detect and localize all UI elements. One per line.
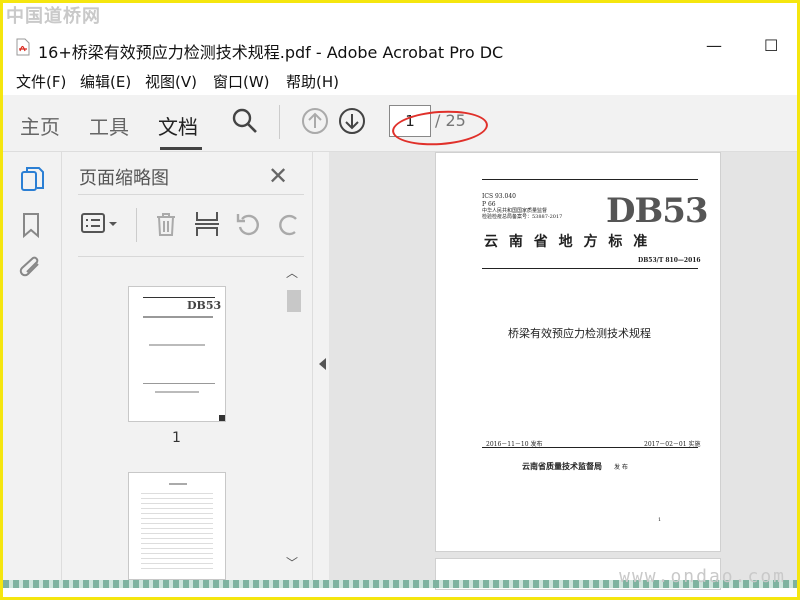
maximize-button[interactable]: ☐ (764, 36, 778, 55)
pdf-file-icon (16, 38, 30, 56)
active-tab-indicator (160, 147, 202, 150)
tab-tools[interactable]: 工具 (89, 111, 129, 140)
thumbnail-options-icon[interactable] (80, 210, 120, 238)
thumbnail-panel: 页面缩略图 ✕ DB53 1 ︿ ﹀ (62, 152, 312, 582)
tab-document[interactable]: 文档 (158, 111, 198, 140)
search-icon[interactable] (231, 107, 259, 135)
rotate-right-icon[interactable] (276, 210, 298, 238)
doc-title: 桥梁有效预应力检测技术规程 (508, 327, 651, 340)
panel-splitter[interactable] (312, 152, 329, 582)
panel-tool-divider (136, 208, 137, 242)
doc-badge: DB53 (606, 191, 709, 231)
panel-divider-2 (78, 256, 304, 257)
extract-pages-icon[interactable] (194, 210, 220, 238)
bookmark-icon[interactable] (21, 212, 41, 240)
thumb-badge: DB53 (187, 299, 222, 312)
left-rail (3, 152, 62, 582)
doc-page-number: 1 (658, 517, 662, 523)
thumbnail-page-label: 1 (172, 430, 181, 446)
doc-issuer: 云南省质量技术监督局 (522, 461, 602, 471)
attachment-icon[interactable] (19, 254, 45, 282)
menu-view[interactable]: 视图(V) (145, 71, 197, 92)
doc-reg-2: 检验检疫总局备案号：53887-2017 (482, 214, 563, 220)
doc-code: DB53/T 810—2016 (638, 257, 701, 264)
toolbar-divider (279, 105, 280, 139)
doc-issuer-suffix: 发 布 (614, 464, 628, 471)
minimize-button[interactable]: — (706, 36, 722, 55)
thumbnail-scrollbar[interactable]: ︿ ﹀ (286, 262, 302, 576)
watermark-top: 中国道桥网 (6, 6, 101, 27)
menu-bar: 文件(F) 编辑(E) 视图(V) 窗口(W) 帮助(H) (0, 68, 800, 94)
menu-help[interactable]: 帮助(H) (286, 71, 339, 92)
document-page-1: ICS 93.040 P 66 中华人民共和国国家质量监督 检验检疫总局备案号：… (435, 152, 721, 552)
page-thumbnail-1[interactable]: DB53 (128, 286, 226, 422)
scroll-up-icon[interactable]: ︿ (286, 264, 298, 281)
doc-province: 云 南 省 地 方 标 准 (484, 234, 651, 250)
panel-divider (78, 194, 304, 195)
menu-edit[interactable]: 编辑(E) (80, 71, 131, 92)
previous-page-icon[interactable] (301, 107, 329, 135)
trash-icon[interactable] (152, 210, 180, 238)
doc-ics: ICS 93.040 (482, 193, 516, 200)
next-page-icon[interactable] (338, 107, 366, 135)
menu-file[interactable]: 文件(F) (16, 71, 66, 92)
title-bar: 16+桥梁有效预应力检测技术规程.pdf - Adobe Acrobat Pro… (0, 34, 800, 62)
window-title: 16+桥梁有效预应力检测技术规程.pdf - Adobe Acrobat Pro… (38, 43, 504, 62)
watermark-bottom: www.ondao.com (619, 566, 786, 587)
close-panel-button[interactable]: ✕ (268, 162, 288, 190)
panel-title: 页面缩略图 (79, 168, 169, 189)
scroll-thumb[interactable] (287, 290, 301, 312)
tab-home[interactable]: 主页 (20, 111, 60, 140)
document-viewer[interactable]: ICS 93.040 P 66 中华人民共和国国家质量监督 检验检疫总局备案号：… (329, 152, 797, 590)
rotate-left-icon[interactable] (234, 210, 262, 238)
scroll-down-icon[interactable]: ﹀ (286, 554, 298, 571)
menu-window[interactable]: 窗口(W) (213, 71, 270, 92)
page-thumbnails-icon[interactable] (19, 166, 45, 194)
page-thumbnail-2[interactable] (128, 472, 226, 580)
collapse-panel-icon[interactable] (319, 358, 326, 370)
